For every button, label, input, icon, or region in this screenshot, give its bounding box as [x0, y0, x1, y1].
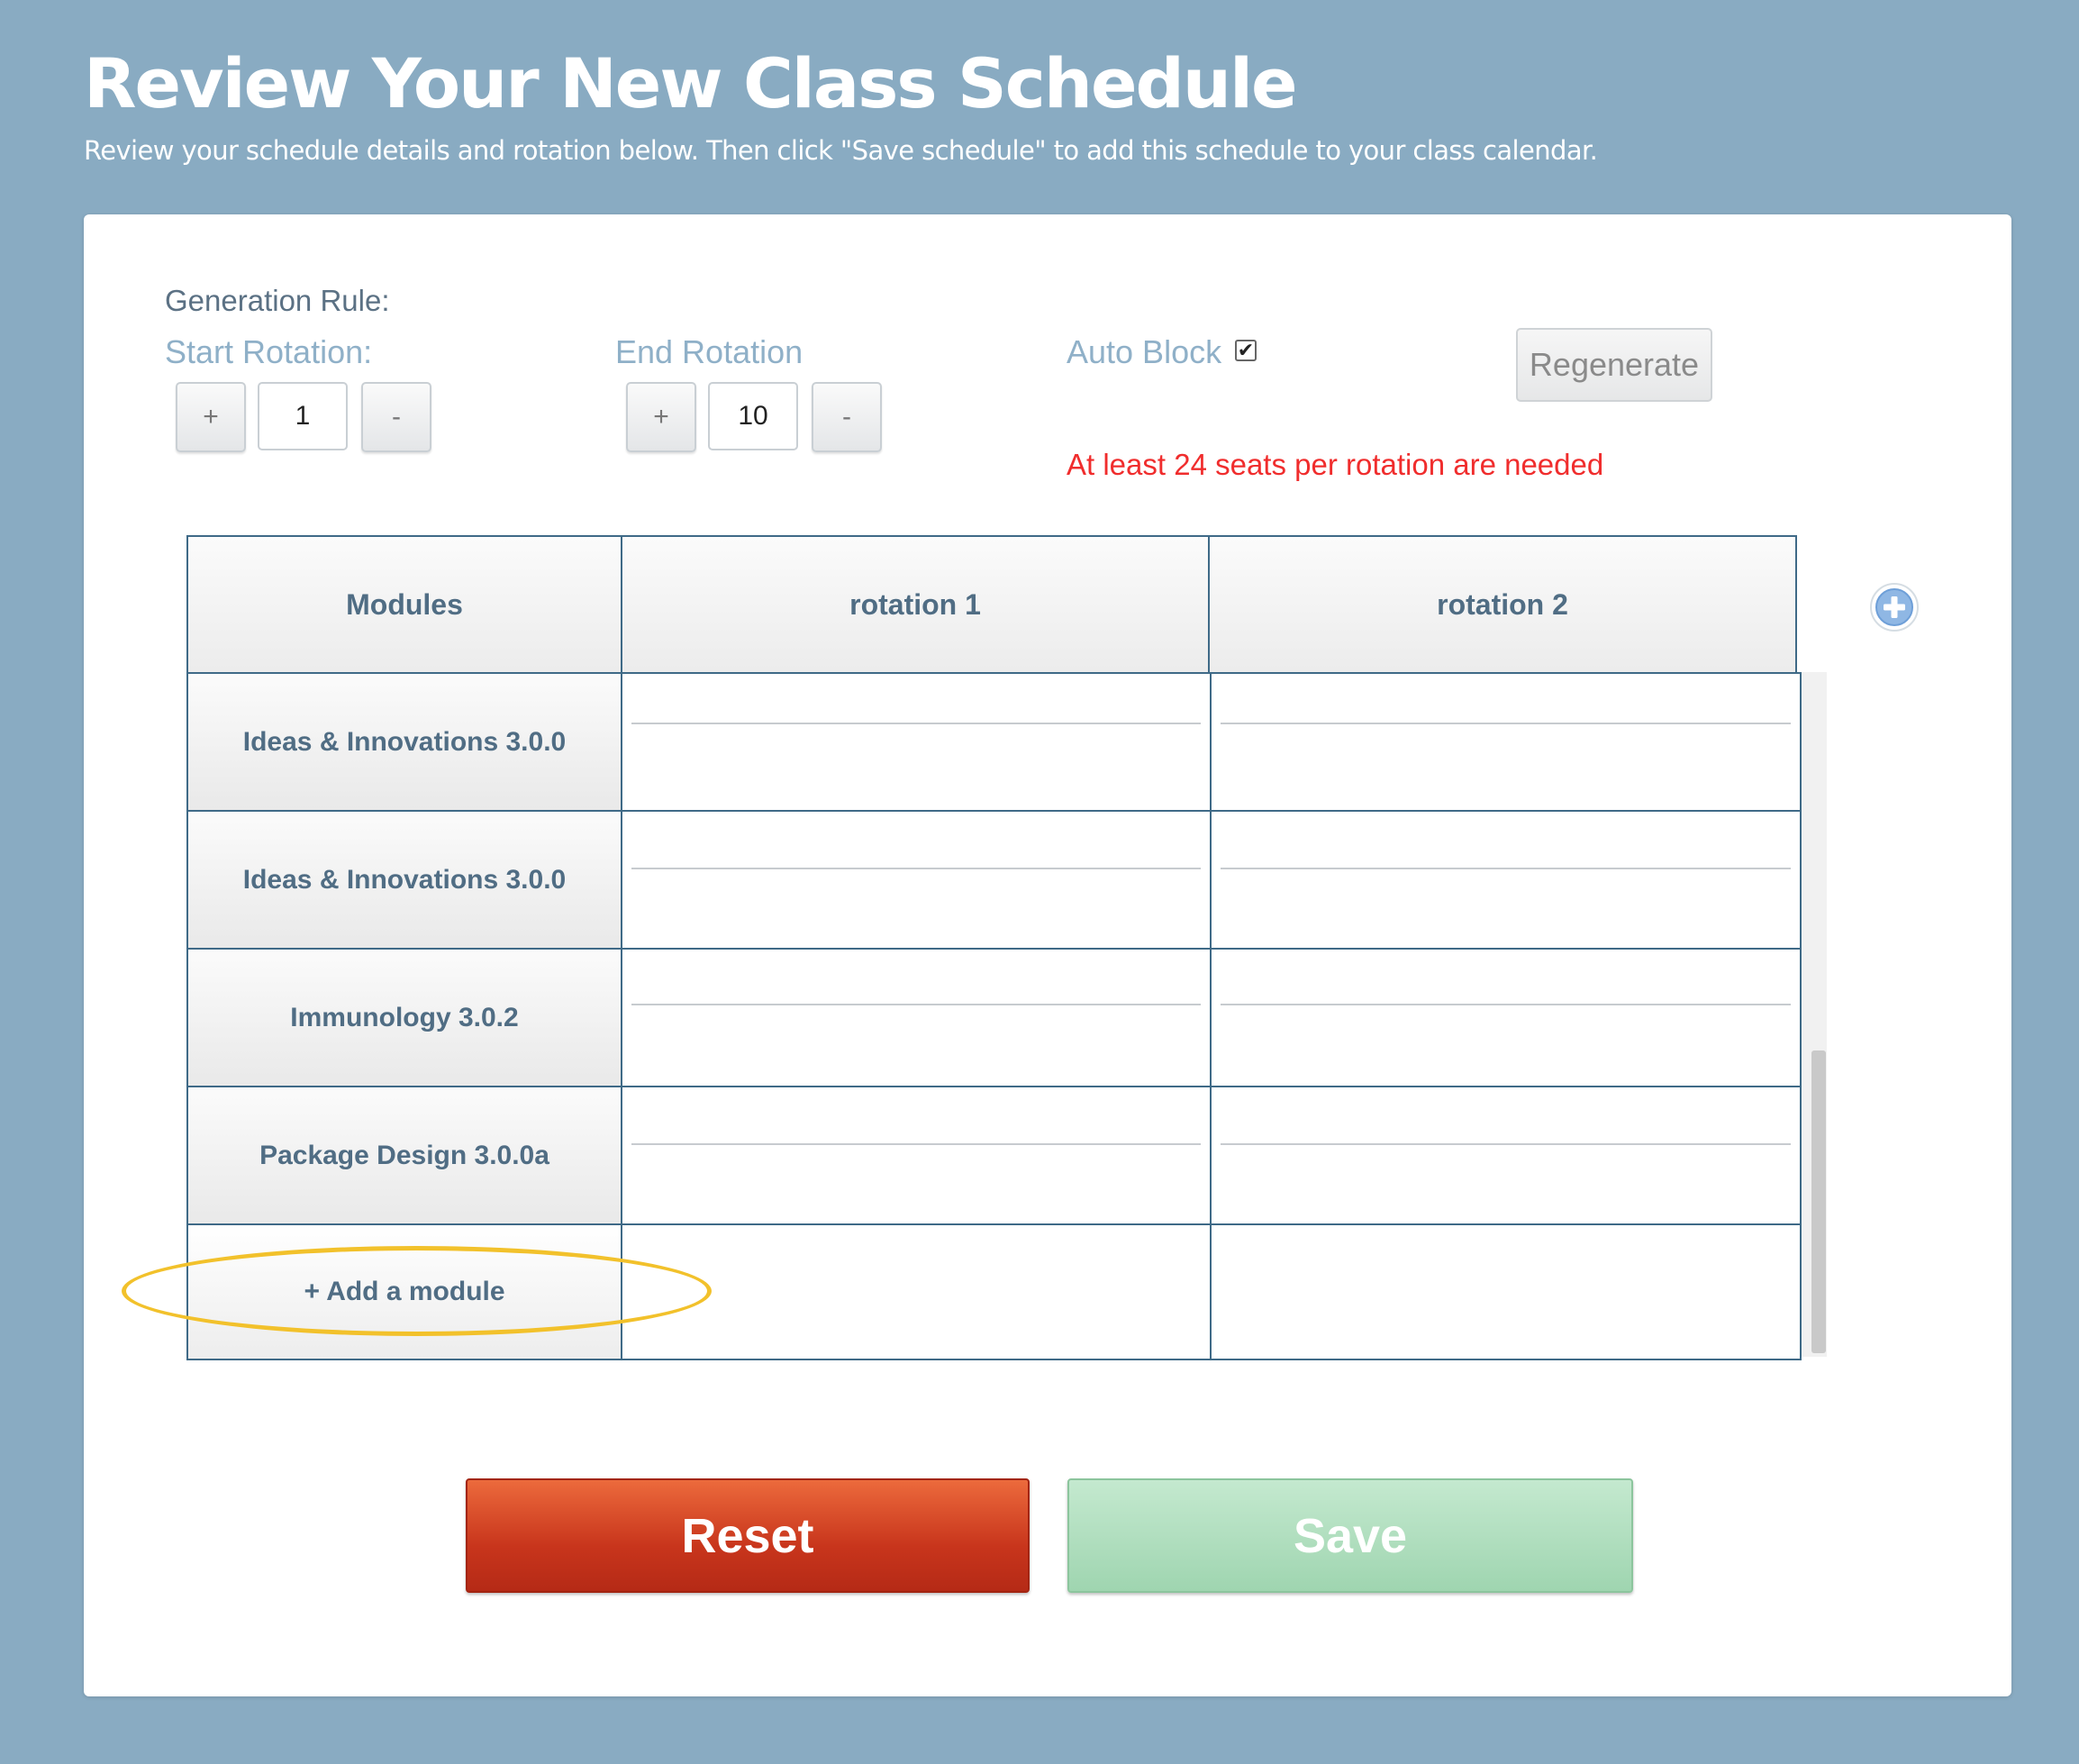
plus-circle-icon[interactable] [1869, 582, 1920, 632]
start-rotation-label: Start Rotation: [165, 333, 373, 370]
end-rotation-minus-button[interactable]: - [812, 382, 882, 452]
table-scrollbar-thumb[interactable] [1811, 1050, 1826, 1353]
auto-block-label: Auto Block [1067, 333, 1222, 370]
module-row-4[interactable]: Package Design 3.0.0a [186, 1086, 622, 1225]
add-module-button[interactable]: + Add a module [186, 1223, 622, 1360]
rotation-1-cell[interactable] [621, 810, 1212, 950]
regenerate-button[interactable]: Regenerate [1516, 328, 1712, 402]
rotation-1-cell[interactable] [621, 1086, 1212, 1225]
end-rotation-plus-button[interactable]: + [626, 382, 696, 452]
schedule-card: Generation Rule: Start Rotation: + 1 - E… [84, 214, 2011, 1696]
rotation-2-cell[interactable] [1210, 672, 1802, 812]
end-rotation-value[interactable]: 10 [708, 382, 798, 450]
rotation-2-cell[interactable] [1210, 948, 1802, 1087]
rotation-1-header: rotation 1 [621, 535, 1210, 674]
rotation-1-cell[interactable] [621, 672, 1212, 812]
start-rotation-minus-button[interactable]: - [361, 382, 431, 452]
seats-warning: At least 24 seats per rotation are neede… [1067, 448, 1604, 481]
save-button[interactable]: Save [1067, 1478, 1633, 1593]
module-row-3[interactable]: Immunology 3.0.2 [186, 948, 622, 1087]
rotation-2-cell[interactable] [1210, 810, 1802, 950]
rotation-2-empty-cell [1210, 1223, 1802, 1360]
module-row-2[interactable]: Ideas & Innovations 3.0.0 [186, 810, 622, 950]
rotation-2-cell[interactable] [1210, 1086, 1802, 1225]
rotation-1-empty-cell [621, 1223, 1212, 1360]
auto-block-checkbox[interactable]: ✔ [1235, 340, 1257, 361]
module-row-1[interactable]: Ideas & Innovations 3.0.0 [186, 672, 622, 812]
rotation-1-cell[interactable] [621, 948, 1212, 1087]
reset-button[interactable]: Reset [466, 1478, 1030, 1593]
generation-rule-label: Generation Rule: [165, 284, 390, 317]
start-rotation-plus-button[interactable]: + [176, 382, 246, 452]
start-rotation-value[interactable]: 1 [258, 382, 348, 450]
page-subtitle: Review your schedule details and rotatio… [84, 135, 1598, 166]
end-rotation-label: End Rotation [615, 333, 803, 370]
rotation-2-header: rotation 2 [1208, 535, 1797, 674]
modules-header: Modules [186, 535, 622, 674]
page-title: Review Your New Class Schedule [84, 43, 1298, 123]
